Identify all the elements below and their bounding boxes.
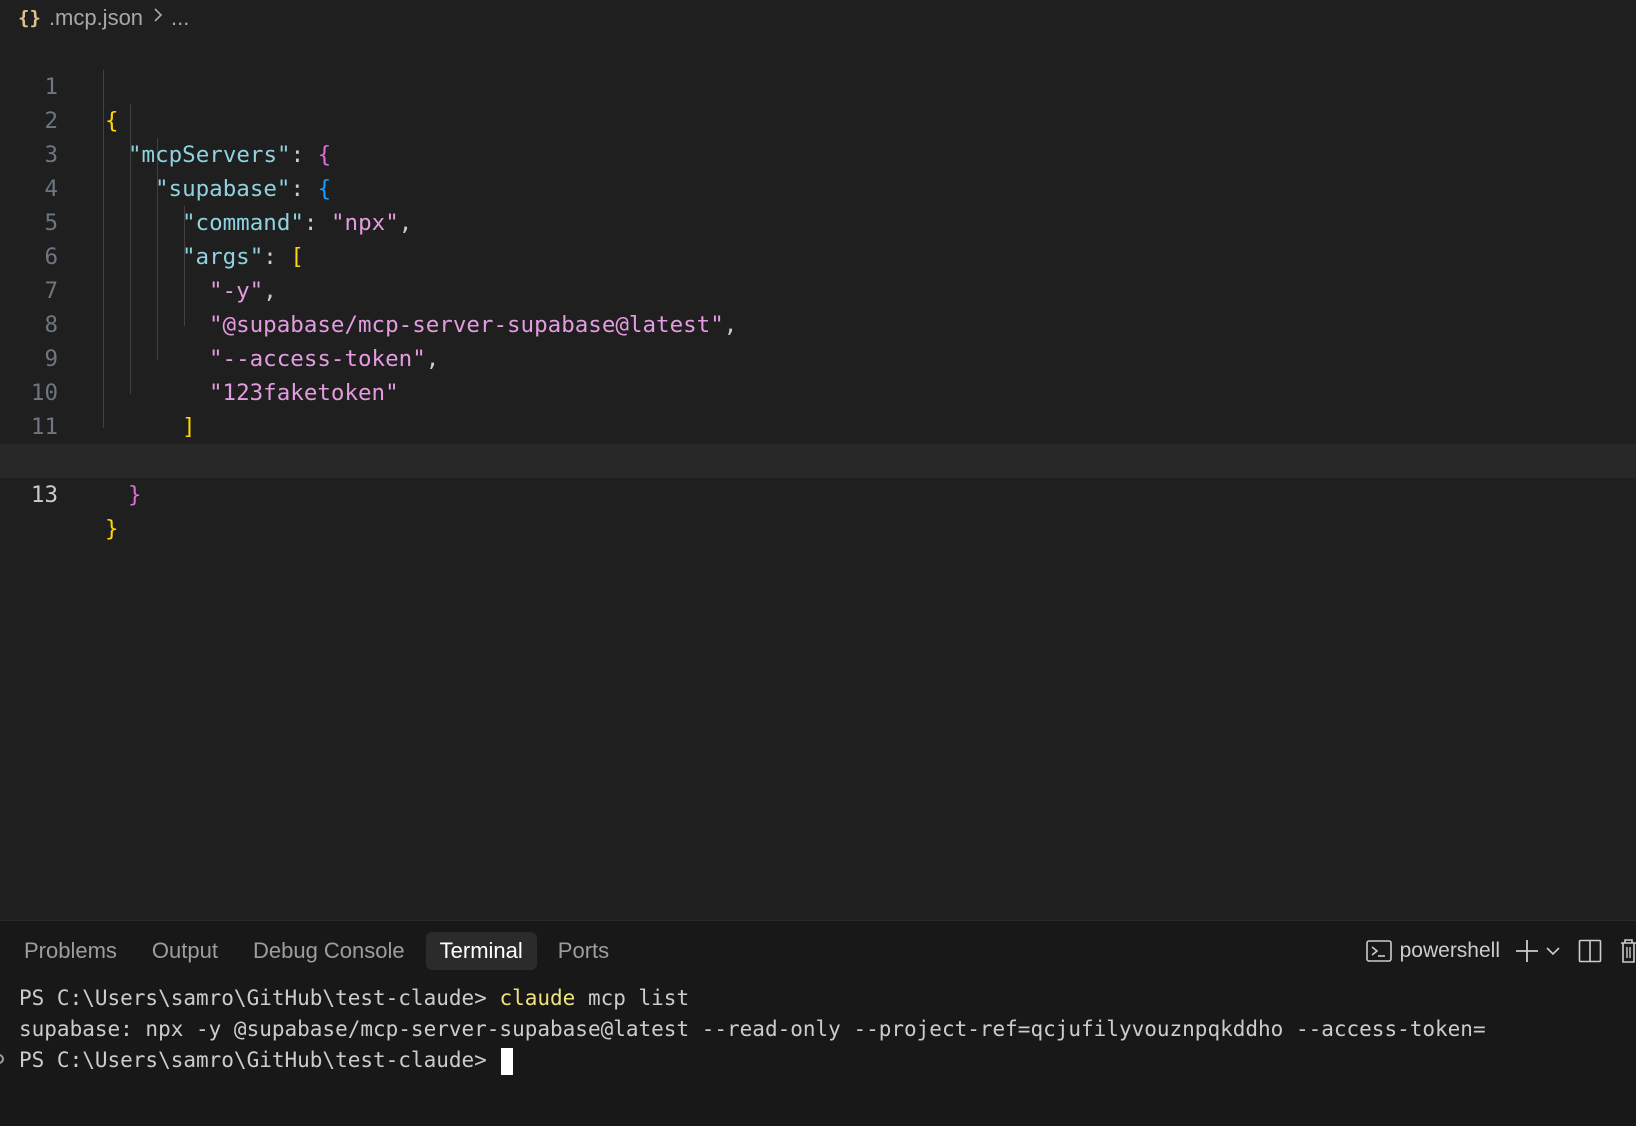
terminal-line: supabase: npx -y @supabase/mcp-server-su… <box>0 1014 1636 1045</box>
code-line: 5 "args": [ <box>0 172 1636 270</box>
terminal-line: PS C:\Users\samro\GitHub\test-claude> <box>0 1045 1636 1076</box>
terminal-command: claude <box>499 986 576 1010</box>
trash-icon[interactable] <box>1618 938 1636 964</box>
split-icon[interactable] <box>1578 939 1602 963</box>
terminal-profile[interactable]: powershell <box>1365 939 1500 963</box>
terminal-profile-label: powershell <box>1399 939 1500 962</box>
brace: } <box>105 516 119 542</box>
code-line: 10 ] <box>0 342 1636 440</box>
breadcrumb-file[interactable]: .mcp.json <box>49 5 143 31</box>
panel-actions: powershell <box>1365 931 1636 971</box>
code-line: 1 { <box>0 36 1636 134</box>
tab-problems[interactable]: Problems <box>10 932 131 970</box>
code-line: 9 "123faketoken" <box>0 308 1636 406</box>
code-line: 4 "command": "npx", <box>0 138 1636 236</box>
line-number: 13 <box>30 482 58 508</box>
code-line: 11 } <box>0 376 1636 474</box>
bottom-panel: Problems Output Debug Console Terminal P… <box>0 920 1636 1126</box>
code-line: 2 "mcpServers": { <box>0 70 1636 168</box>
terminal-cursor <box>501 1047 514 1075</box>
tab-terminal[interactable]: Terminal <box>425 932 537 970</box>
json-file-icon: {} <box>18 7 41 29</box>
command-decoration-icon[interactable] <box>0 1054 4 1064</box>
brace: } <box>128 482 142 508</box>
breadcrumb-symbol[interactable]: ... <box>171 5 189 31</box>
vscode-window: {} .mcp.json ... 1 { 2 "mcpServers": { 3… <box>0 0 1636 1126</box>
code-line: 8 "--access-token", <box>0 274 1636 372</box>
chevron-down-icon[interactable] <box>1546 946 1560 956</box>
terminal-output[interactable]: PS C:\Users\samro\GitHub\test-claude> cl… <box>0 983 1636 1076</box>
code-line: 6 "-y", <box>0 206 1636 304</box>
tab-output[interactable]: Output <box>138 932 232 970</box>
code-line: 12 } <box>0 410 1636 508</box>
chevron-right-icon <box>152 6 164 30</box>
tab-debug-console[interactable]: Debug Console <box>239 932 419 970</box>
terminal-line: PS C:\Users\samro\GitHub\test-claude> cl… <box>0 983 1636 1014</box>
plus-icon[interactable] <box>1514 938 1540 964</box>
code-editor[interactable]: 1 { 2 "mcpServers": { 3 "supabase": { 4 … <box>0 36 1636 920</box>
terminal-command-args: mcp list <box>575 986 690 1010</box>
code-line-current: 13 } <box>0 444 1636 542</box>
tab-ports[interactable]: Ports <box>544 932 623 970</box>
code-line: 3 "supabase": { <box>0 104 1636 202</box>
terminal-output-text: supabase: npx -y @supabase/mcp-server-su… <box>19 1017 1486 1041</box>
panel-tabs: Problems Output Debug Console Terminal P… <box>0 931 630 971</box>
code-line: 7 "@supabase/mcp-server-supabase@latest"… <box>0 240 1636 338</box>
terminal-prompt: PS C:\Users\samro\GitHub\test-claude> <box>19 986 500 1010</box>
terminal-prompt: PS C:\Users\samro\GitHub\test-claude> <box>19 1048 500 1072</box>
terminal-icon <box>1365 939 1392 963</box>
breadcrumb: {} .mcp.json ... <box>0 0 1636 36</box>
